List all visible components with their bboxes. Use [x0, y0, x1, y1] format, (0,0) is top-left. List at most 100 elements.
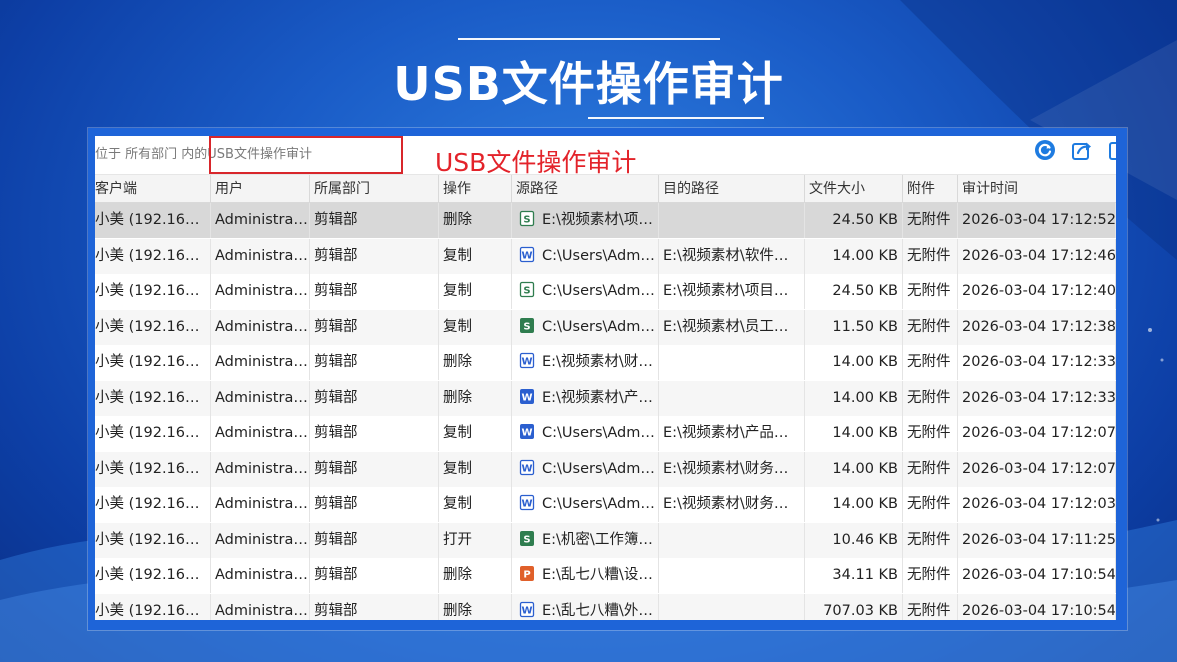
cell-source-path-text: E:\乱七八糟\设… — [542, 567, 653, 583]
cell-source-path-text: E:\视频素材\财… — [542, 354, 653, 370]
cell-source-path: P E:\乱七八糟\设… — [512, 558, 659, 593]
cell-client-text: 小美 (192.16… — [95, 354, 200, 370]
cell-file-size-text: 14.00 KB — [832, 496, 898, 512]
cell-user-text: Administra… — [215, 460, 308, 477]
cell-source-path-text: C:\Users\Adm… — [542, 247, 655, 264]
cell-operation: 打开 — [439, 522, 512, 558]
cell-file-size-text: 34.11 KB — [832, 567, 898, 583]
table-row[interactable]: 小美 (192.16… Administra… 剪辑部 复制 W C:\Users\Adm… — [95, 487, 1116, 522]
table-row[interactable]: 小美 (192.16… Administra… 剪辑部 复制 W C:\Users\Adm… — [95, 238, 1116, 274]
cell-audit-time: 2026-03-04 17:12:46 — [958, 238, 1116, 274]
cell-department: 剪辑部 — [310, 380, 439, 416]
more-tool-icon[interactable] — [1108, 139, 1116, 161]
cell-dest-path-text: E:\视频素材\财务… — [663, 460, 789, 477]
cell-client-text: 小美 (192.16… — [95, 212, 200, 228]
cell-user-text: Administra… — [215, 425, 308, 441]
cell-department: 剪辑部 — [310, 416, 439, 451]
powerpoint-file-icon: P — [520, 566, 534, 581]
cell-user-text: Administra… — [215, 602, 308, 619]
cell-file-size: 14.00 KB — [805, 487, 903, 522]
cell-department: 剪辑部 — [310, 345, 439, 380]
cell-user-text: Administra… — [215, 496, 308, 512]
cell-source-path: W E:\乱七八糟\外… — [512, 593, 659, 620]
col-audit-time[interactable]: 审计时间 — [958, 175, 1116, 203]
cell-audit-time: 2026-03-04 17:12:38 — [958, 309, 1116, 345]
word-file-icon: W — [519, 601, 535, 617]
cell-attachment-text: 无附件 — [907, 496, 951, 512]
cell-source-path: W C:\Users\Adm… — [512, 487, 659, 522]
cell-operation: 复制 — [439, 487, 512, 522]
cell-operation: 删除 — [439, 203, 512, 238]
cell-operation-text: 删除 — [443, 212, 472, 228]
export-icon[interactable] — [1071, 139, 1093, 161]
cell-user: Administra… — [211, 593, 310, 620]
table-row[interactable]: 小美 (192.16… Administra… 剪辑部 删除 W E:\视频素材\财… 14… — [95, 345, 1116, 380]
svg-text:W: W — [521, 499, 532, 510]
svg-text:W: W — [521, 428, 532, 439]
cell-client: 小美 (192.16… — [95, 487, 211, 522]
table-row[interactable]: 小美 (192.16… Administra… 剪辑部 删除 P E:\乱七八糟\设… 34… — [95, 558, 1116, 593]
cell-operation: 复制 — [439, 274, 512, 309]
col-client[interactable]: 客户端 — [95, 175, 211, 203]
cell-operation-text: 删除 — [443, 602, 472, 619]
col-department[interactable]: 所属部门 — [310, 175, 439, 203]
cell-user-text: Administra… — [215, 567, 308, 583]
table-row[interactable]: 小美 (192.16… Administra… 剪辑部 删除 W E:\视频素材\产… 14… — [95, 380, 1116, 416]
cell-department-text: 剪辑部 — [314, 318, 358, 335]
cell-attachment: 无附件 — [903, 522, 958, 558]
col-file-size[interactable]: 文件大小 — [805, 175, 903, 203]
table-row[interactable]: 小美 (192.16… Administra… 剪辑部 复制 S C:\Users\Adm… — [95, 274, 1116, 309]
col-user[interactable]: 用户 — [211, 175, 310, 203]
col-dest-path[interactable]: 目的路径 — [659, 175, 805, 203]
table-row[interactable]: 小美 (192.16… Administra… 剪辑部 复制 S C:\Users\Adm… — [95, 309, 1116, 345]
col-attachment[interactable]: 附件 — [903, 175, 958, 203]
cell-attachment-text: 无附件 — [907, 247, 951, 264]
cell-source-path: W C:\Users\Adm… — [512, 238, 659, 274]
cell-user: Administra… — [211, 238, 310, 274]
cell-audit-time: 2026-03-04 17:11:25 — [958, 522, 1116, 558]
svg-text:W: W — [521, 463, 532, 474]
cell-file-size: 34.11 KB — [805, 558, 903, 593]
cell-client: 小美 (192.16… — [95, 274, 211, 309]
svg-text:S: S — [523, 215, 530, 226]
cell-source-path: W C:\Users\Adm… — [512, 451, 659, 487]
cell-attachment: 无附件 — [903, 345, 958, 380]
cell-dest-path: E:\视频素材\财务… — [659, 487, 805, 522]
cell-attachment-text: 无附件 — [907, 460, 951, 477]
cell-operation-text: 复制 — [443, 496, 472, 512]
cell-attachment-text: 无附件 — [907, 283, 951, 299]
refresh-icon[interactable] — [1034, 139, 1056, 161]
cell-client: 小美 (192.16… — [95, 345, 211, 380]
cell-audit-time-text: 2026-03-04 17:12:07 — [962, 425, 1116, 441]
cell-dest-path: E:\视频素材\财务… — [659, 451, 805, 487]
cell-user-text: Administra… — [215, 318, 308, 335]
cell-department-text: 剪辑部 — [314, 212, 358, 228]
svg-text:S: S — [523, 321, 530, 332]
cell-attachment: 无附件 — [903, 203, 958, 238]
cell-source-path-text: E:\视频素材\项… — [542, 212, 653, 228]
cell-department-text: 剪辑部 — [314, 496, 358, 512]
cell-audit-time: 2026-03-04 17:12:07 — [958, 451, 1116, 487]
table-row[interactable]: 小美 (192.16… Administra… 剪辑部 打开 S E:\机密\工作簿… 10… — [95, 522, 1116, 558]
cell-attachment: 无附件 — [903, 487, 958, 522]
cell-file-size-text: 24.50 KB — [832, 283, 898, 299]
cell-client-text: 小美 (192.16… — [95, 389, 200, 406]
cell-dest-path — [659, 380, 805, 416]
table-row[interactable]: 小美 (192.16… Administra… 剪辑部 复制 W C:\Users\Adm… — [95, 451, 1116, 487]
cell-dest-path-text: E:\视频素材\项目… — [663, 283, 789, 299]
cell-operation-text: 复制 — [443, 247, 472, 264]
cell-attachment-text: 无附件 — [907, 389, 951, 406]
col-operation[interactable]: 操作 — [439, 175, 512, 203]
cell-file-size-text: 14.00 KB — [832, 389, 898, 406]
cell-audit-time: 2026-03-04 17:12:07 — [958, 416, 1116, 451]
table-row[interactable]: 小美 (192.16… Administra… 剪辑部 删除 W E:\乱七八糟\外… 70… — [95, 593, 1116, 620]
cell-file-size: 11.50 KB — [805, 309, 903, 345]
cell-attachment: 无附件 — [903, 593, 958, 620]
cell-department: 剪辑部 — [310, 274, 439, 309]
table-row[interactable]: 小美 (192.16… Administra… 剪辑部 删除 S E:\视频素材\项… 24… — [95, 203, 1116, 238]
table-row[interactable]: 小美 (192.16… Administra… 剪辑部 复制 W C:\Users\Adm… — [95, 416, 1116, 451]
cell-source-path: W C:\Users\Adm… — [512, 416, 659, 451]
col-source-path[interactable]: 源路径 — [512, 175, 659, 203]
svg-text:W: W — [521, 392, 532, 403]
cell-client-text: 小美 (192.16… — [95, 602, 200, 619]
